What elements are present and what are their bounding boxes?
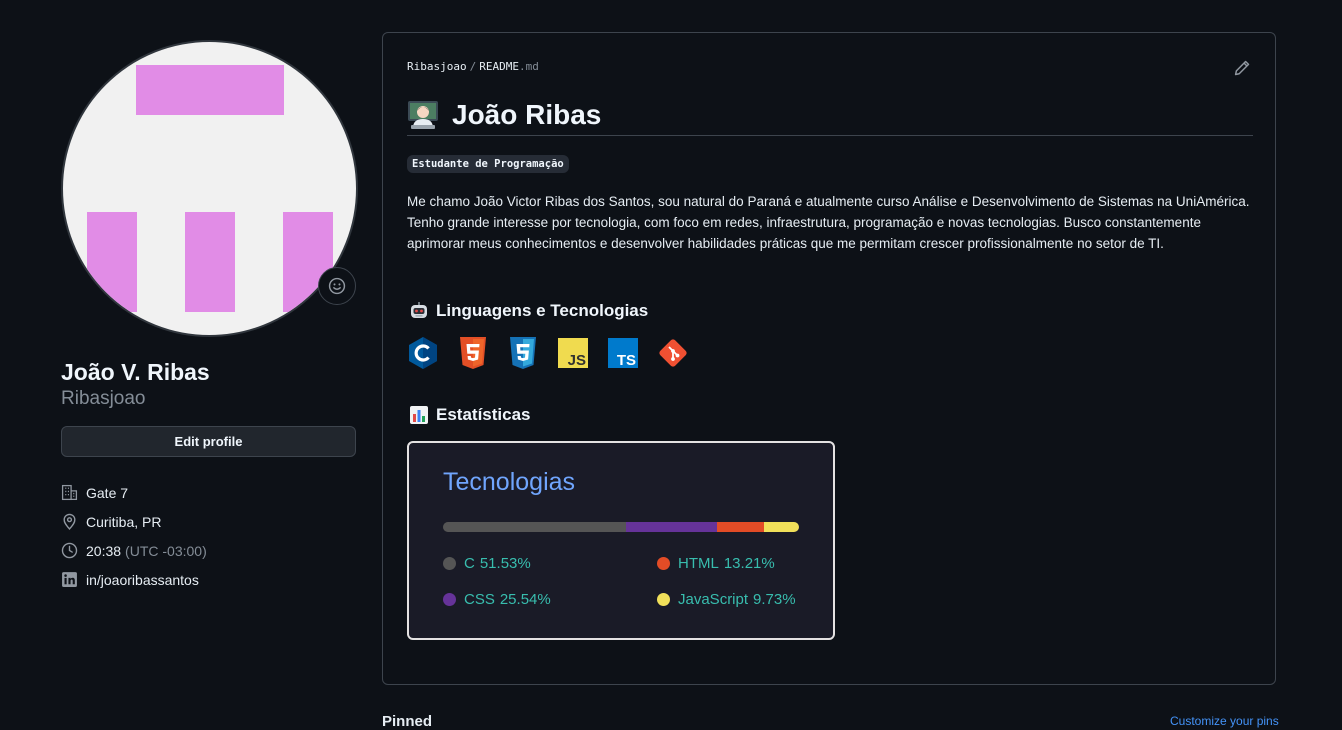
legend-percent: 25.54%: [499, 591, 551, 608]
company-text: Gate 7: [86, 484, 129, 501]
avatar[interactable]: [61, 40, 358, 337]
edit-readme-button[interactable]: [1233, 59, 1251, 77]
breadcrumb-separator: /: [469, 60, 477, 73]
legend-percent: 9.73%: [753, 591, 796, 608]
localtime-text: 20:38: [86, 542, 122, 559]
organization-icon: [61, 484, 78, 501]
linkedin-icon: [61, 571, 78, 588]
role-code-badge: Estudante de Programação: [407, 155, 569, 173]
language-progress-bar: [443, 522, 799, 532]
progress-segment-c: [443, 522, 627, 532]
progress-segment-css: [626, 522, 718, 532]
technologist-emoji-icon: [408, 101, 438, 129]
breadcrumb-owner[interactable]: Ribasjoao: [407, 60, 467, 73]
profile-sidebar: João V. Ribas Ribasjoao Edit profile Gat…: [61, 40, 358, 594]
smiley-icon: [328, 277, 346, 295]
legend-dot: [657, 557, 670, 570]
html5-icon[interactable]: [457, 336, 489, 370]
profile-fullname: João V. Ribas: [61, 359, 210, 385]
css3-icon[interactable]: [507, 336, 539, 370]
typescript-icon[interactable]: TS: [607, 336, 639, 370]
readme-card: Ribasjoao / README.md João Ribas Estudante…: [382, 32, 1276, 685]
legend-dot: [443, 557, 456, 570]
top-languages-card[interactable]: Tecnologias C 51.53% HTML 13.21% CSS 25.…: [407, 441, 835, 640]
profile-location: Curitiba, PR: [61, 507, 358, 536]
readme-title: João Ribas: [452, 99, 602, 130]
git-icon[interactable]: [657, 336, 689, 370]
linkedin-link[interactable]: in/joaoribassantos: [86, 572, 199, 588]
legend-label: CSS: [464, 591, 495, 608]
readme-paragraph: Me chamo João Victor Ribas dos Santos, s…: [407, 194, 1250, 251]
stats-card-title: Tecnologias: [443, 468, 576, 496]
tech-heading: Linguagens e Tecnologias: [409, 301, 648, 321]
legend-item-javascript: JavaScript 9.73%: [657, 591, 796, 608]
profile-company: Gate 7: [61, 478, 358, 507]
readme-heading: João Ribas: [407, 95, 1253, 136]
legend-item-css: CSS 25.54%: [443, 591, 551, 608]
bar-chart-emoji-icon: [410, 406, 428, 424]
legend-dot: [443, 593, 456, 606]
readme-breadcrumb: Ribasjoao / README.md: [407, 60, 539, 73]
breadcrumb-file[interactable]: README: [479, 60, 519, 73]
tech-heading-text: Linguagens e Tecnologias: [436, 301, 649, 320]
breadcrumb-ext: .md: [518, 60, 539, 73]
identicon-block: [136, 65, 284, 115]
robot-emoji-icon: [411, 302, 427, 318]
edit-profile-button[interactable]: Edit profile: [61, 426, 356, 457]
legend-dot: [657, 593, 670, 606]
legend-percent: 51.53%: [479, 555, 531, 572]
legend-item-html: HTML 13.21%: [657, 555, 775, 572]
legend-percent: 13.21%: [723, 555, 775, 572]
svg-text:JS: JS: [568, 352, 586, 369]
legend-label: C: [464, 555, 475, 572]
legend-label: HTML: [678, 555, 719, 572]
identicon-block: [87, 212, 137, 312]
clock-icon: [61, 542, 78, 559]
profile-localtime: 20:38 (UTC -03:00): [61, 536, 358, 565]
svg-text:TS: TS: [617, 352, 636, 369]
c-icon[interactable]: [407, 336, 439, 370]
set-status-button[interactable]: [318, 267, 356, 305]
legend-item-c: C 51.53%: [443, 555, 531, 572]
legend-label: JavaScript: [678, 591, 749, 608]
identicon-block: [185, 212, 235, 312]
profile-details: Gate 7 Curitiba, PR 20:38 (UTC -03:00) i…: [61, 478, 358, 594]
pencil-icon: [1234, 60, 1250, 76]
tech-icons: JS TS: [407, 336, 707, 370]
customize-pins-link[interactable]: Customize your pins: [1170, 714, 1279, 728]
timezone-text: (UTC -03:00): [125, 542, 207, 559]
progress-segment-html: [717, 522, 765, 532]
location-text: Curitiba, PR: [86, 513, 162, 530]
profile-linkedin[interactable]: in/joaoribassantos: [61, 565, 358, 594]
profile-username: Ribasjoao: [61, 388, 146, 409]
stats-heading: Estatísticas: [409, 405, 531, 425]
progress-segment-javascript: [764, 522, 799, 532]
location-icon: [61, 513, 78, 530]
javascript-icon[interactable]: JS: [557, 336, 589, 370]
stats-heading-text: Estatísticas: [436, 405, 531, 424]
